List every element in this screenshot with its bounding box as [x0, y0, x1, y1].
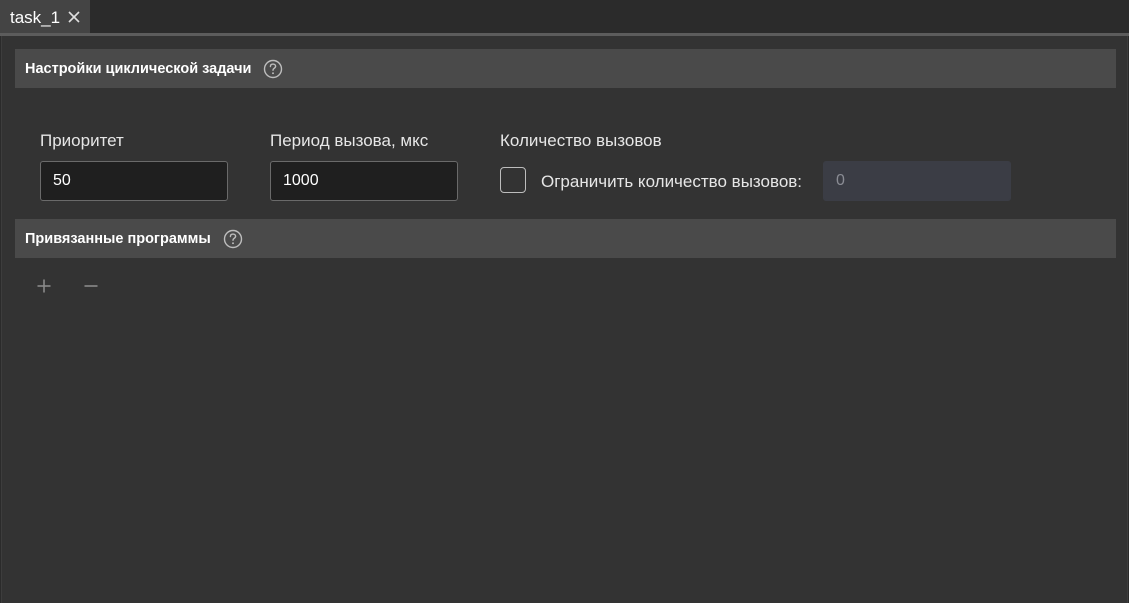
help-icon[interactable] — [263, 59, 283, 79]
limit-calls-checkbox[interactable] — [500, 167, 526, 193]
call-count-label: Количество вызовов — [500, 131, 662, 150]
settings-section-header: Настройки циклической задачи — [15, 49, 1116, 88]
limit-calls-input — [823, 161, 1011, 201]
tab-bar: task_1 — [0, 0, 1129, 36]
programs-section-header: Привязанные программы — [15, 219, 1116, 258]
plus-icon[interactable] — [34, 276, 54, 296]
priority-input[interactable] — [40, 161, 228, 201]
minus-icon[interactable] — [81, 276, 101, 296]
priority-label: Приоритет — [40, 131, 124, 150]
tab-task-1[interactable]: task_1 — [0, 0, 90, 35]
limit-calls-label: Ограничить количество вызовов: — [541, 172, 803, 191]
period-label: Период вызова, мкс — [270, 131, 429, 150]
settings-section-title: Настройки циклической задачи — [25, 60, 252, 77]
period-input[interactable] — [270, 161, 458, 201]
task-settings-panel: Настройки циклической задачи Приоритет П… — [1, 36, 1128, 603]
tab-label: task_1 — [10, 8, 61, 27]
help-icon[interactable] — [223, 229, 243, 249]
programs-section-title: Привязанные программы — [25, 230, 211, 247]
close-icon[interactable] — [66, 9, 82, 25]
